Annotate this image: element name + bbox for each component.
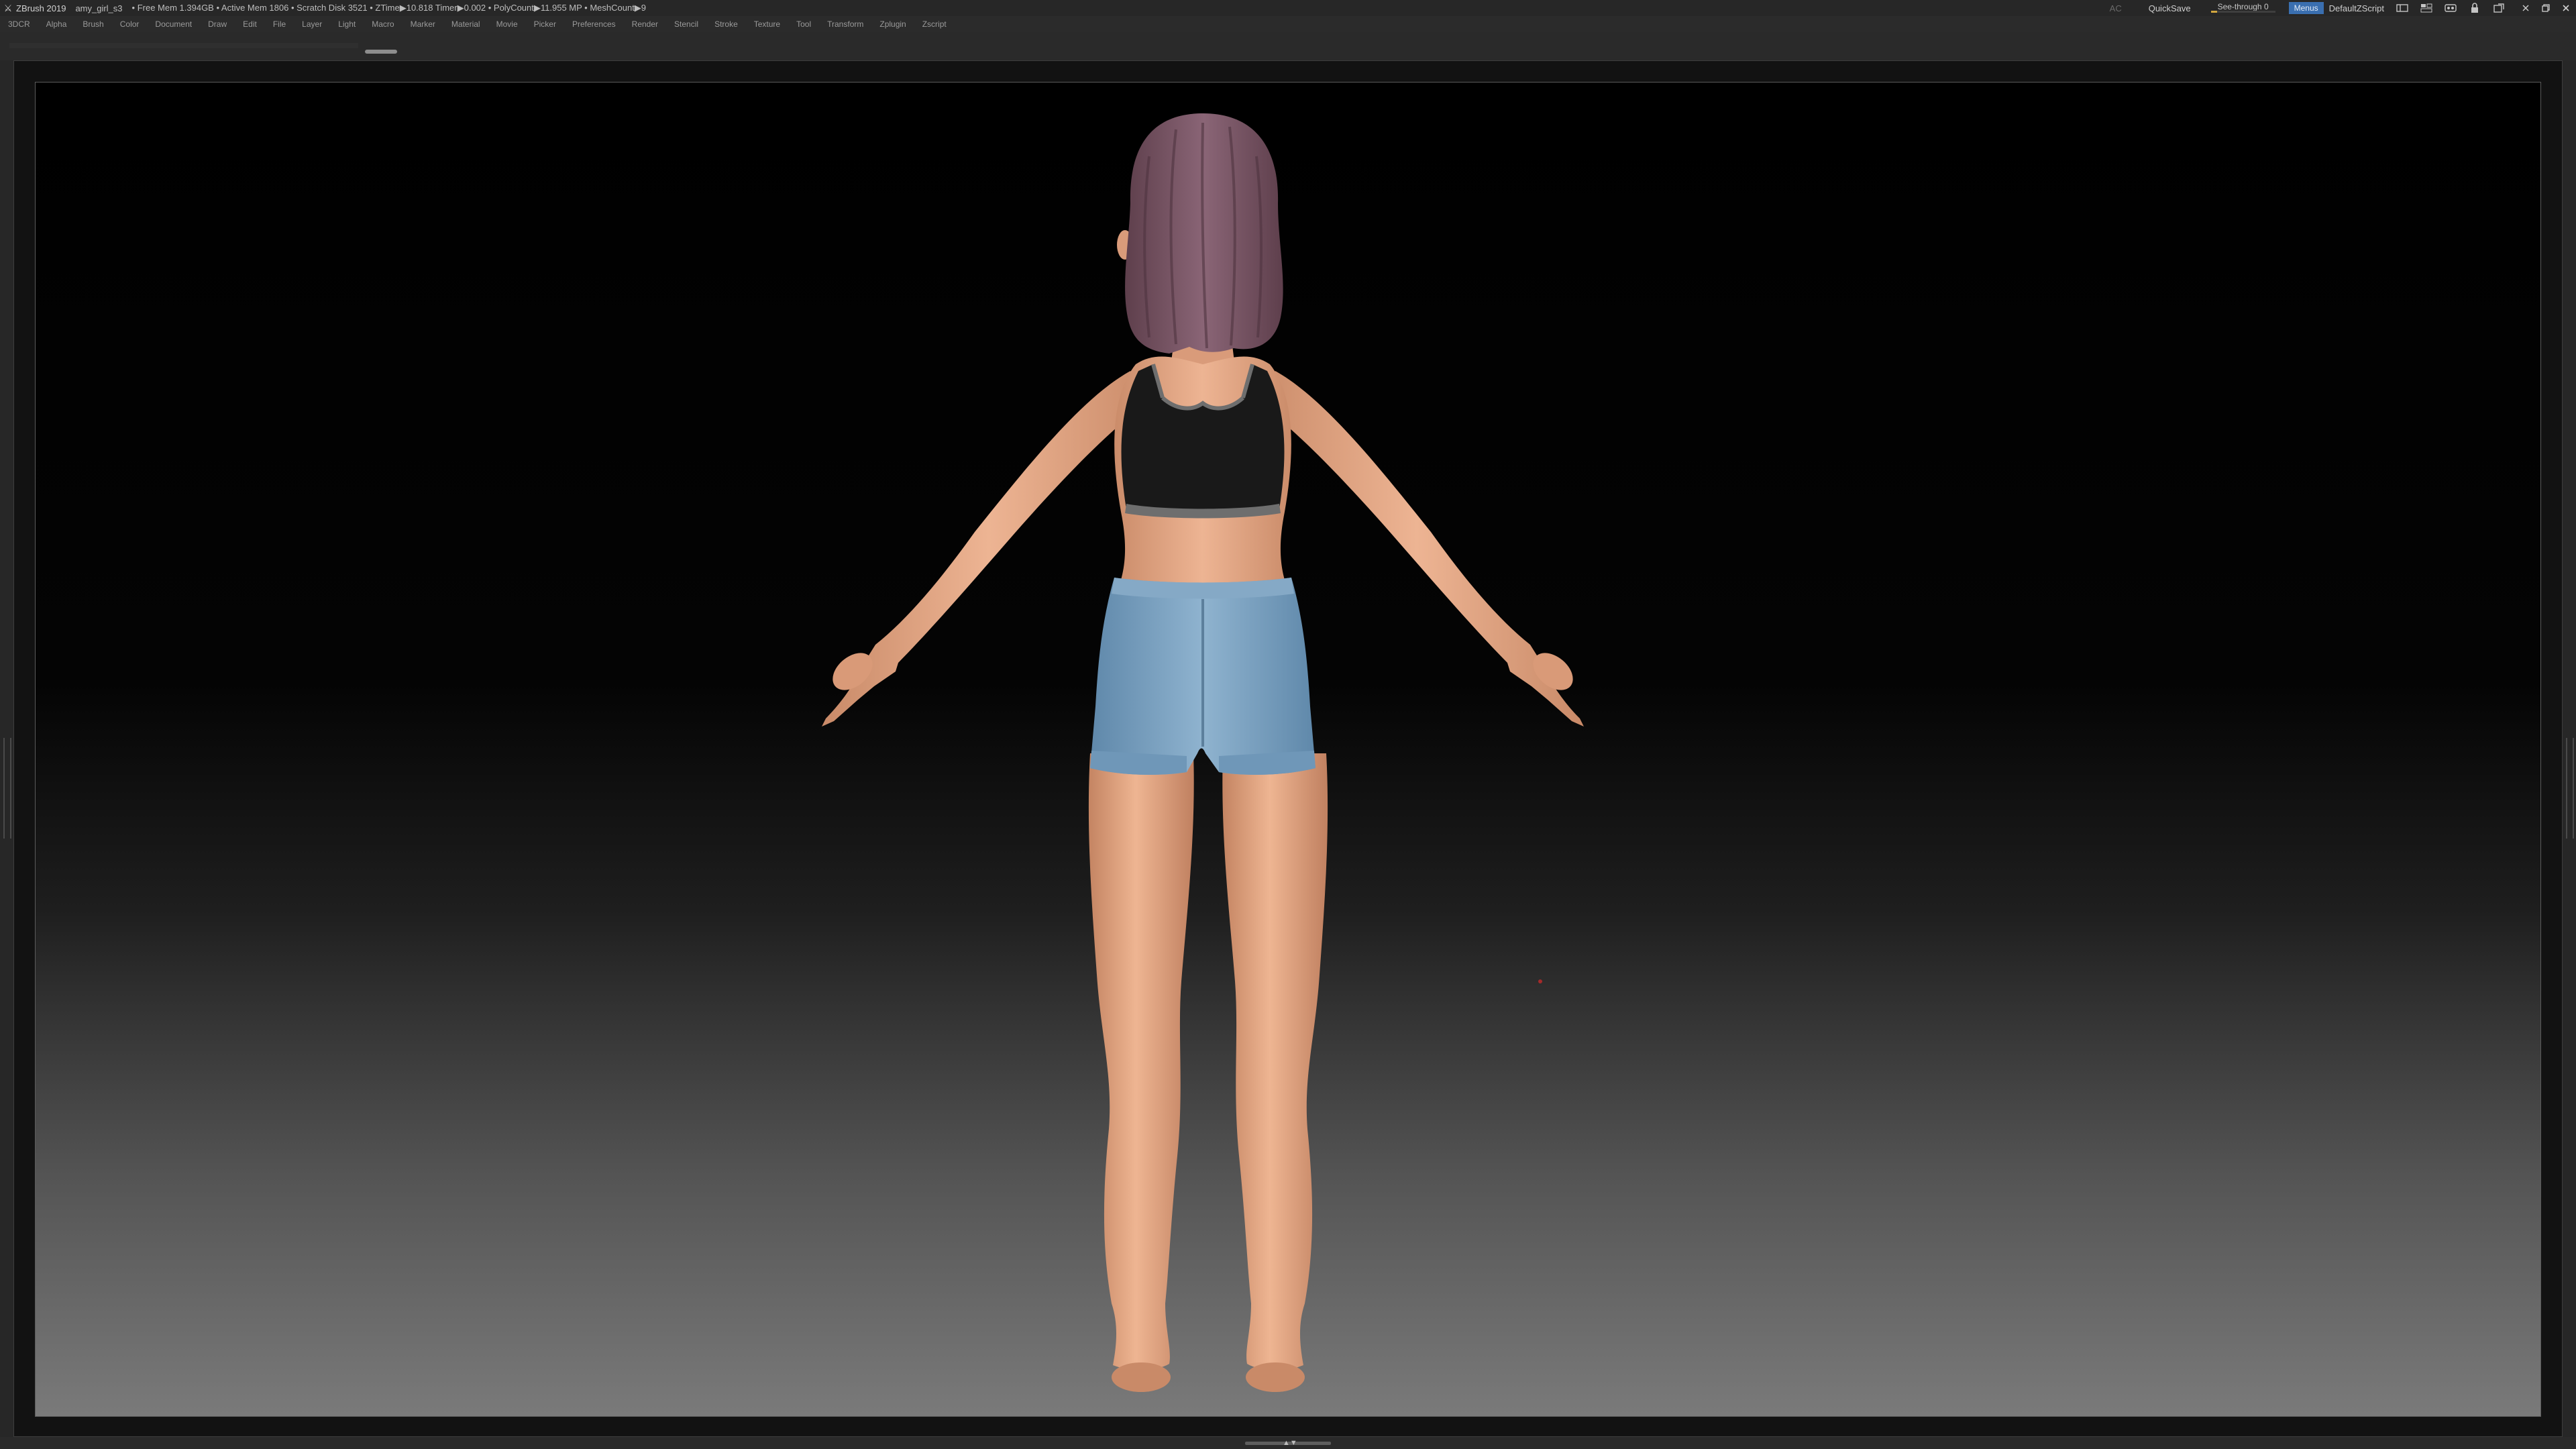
menu-3dcr[interactable]: 3DCR xyxy=(8,19,30,29)
menu-draw[interactable]: Draw xyxy=(208,19,227,29)
app-name: ZBrush 2019 xyxy=(16,3,66,13)
menu-document[interactable]: Document xyxy=(155,19,192,29)
menu-material[interactable]: Material xyxy=(451,19,480,29)
restore-icon[interactable] xyxy=(2536,1,2556,15)
file-name: amy_girl_s3 xyxy=(75,3,123,13)
shelf-resize-handle[interactable] xyxy=(365,50,397,54)
menu-bar: 3DCR Alpha Brush Color Document Draw Edi… xyxy=(0,16,2576,32)
see-through-label: See-through 0 xyxy=(2217,2,2269,11)
bottom-tray: ▲▼ xyxy=(0,1437,2576,1449)
lock-icon[interactable] xyxy=(2467,2,2482,14)
expand-arrow-icon[interactable]: ▲▼ xyxy=(1283,1438,1297,1448)
shelf-bar xyxy=(9,43,358,48)
left-tray-handle[interactable] xyxy=(3,738,11,839)
see-through-fill xyxy=(2210,11,2218,13)
see-through-track xyxy=(2210,11,2275,13)
right-tray-handle[interactable] xyxy=(2566,738,2574,839)
menu-render[interactable]: Render xyxy=(632,19,658,29)
interface-icon[interactable] xyxy=(2443,2,2458,14)
menu-transform[interactable]: Transform xyxy=(827,19,863,29)
menu-marker[interactable]: Marker xyxy=(411,19,435,29)
title-bar: ⚔ ZBrush 2019 amy_girl_s3 • Free Mem 1.3… xyxy=(0,0,2576,16)
left-tray xyxy=(0,60,13,1442)
layout-icon[interactable] xyxy=(2395,2,2410,14)
menu-light[interactable]: Light xyxy=(338,19,356,29)
shorts-cuffs xyxy=(1090,751,1316,775)
right-leg xyxy=(1222,753,1328,1371)
ac-button[interactable]: AC xyxy=(2110,3,2122,13)
left-leg xyxy=(1088,753,1194,1371)
memory-stats: • Free Mem 1.394GB • Active Mem 1806 • S… xyxy=(131,3,647,13)
menu-layer[interactable]: Layer xyxy=(302,19,322,29)
menu-color[interactable]: Color xyxy=(120,19,140,29)
menu-alpha[interactable]: Alpha xyxy=(46,19,67,29)
title-bar-controls: AC QuickSave See-through 0 Menus Default… xyxy=(2110,0,2576,16)
undock-icon[interactable] xyxy=(2491,2,2506,14)
document-viewport[interactable] xyxy=(35,82,2541,1417)
menu-stencil[interactable]: Stencil xyxy=(674,19,698,29)
right-foot xyxy=(1246,1362,1305,1392)
menu-picker[interactable]: Picker xyxy=(534,19,556,29)
menu-file[interactable]: File xyxy=(273,19,286,29)
menu-texture[interactable]: Texture xyxy=(754,19,780,29)
menu-zscript[interactable]: Zscript xyxy=(922,19,947,29)
palette-icon[interactable] xyxy=(2419,2,2434,14)
top-shelf xyxy=(0,32,2576,60)
minimize-icon[interactable] xyxy=(2516,1,2536,15)
quicksave-button[interactable]: QuickSave xyxy=(2149,3,2191,13)
menu-macro[interactable]: Macro xyxy=(372,19,394,29)
default-zscript-button[interactable]: DefaultZScript xyxy=(2329,3,2384,13)
right-tray xyxy=(2563,60,2576,1442)
close-icon[interactable] xyxy=(2556,1,2576,15)
menu-edit[interactable]: Edit xyxy=(243,19,257,29)
menus-button[interactable]: Menus xyxy=(2288,2,2324,14)
menu-movie[interactable]: Movie xyxy=(496,19,518,29)
left-foot xyxy=(1112,1362,1171,1392)
sculpt-model xyxy=(822,113,1584,1392)
see-through-slider[interactable]: See-through 0 xyxy=(2210,2,2275,13)
menu-tool[interactable]: Tool xyxy=(796,19,811,29)
menu-brush[interactable]: Brush xyxy=(83,19,103,29)
menu-stroke[interactable]: Stroke xyxy=(714,19,738,29)
zbrush-logo-icon[interactable]: ⚔ xyxy=(3,3,13,13)
marker-dot xyxy=(1538,979,1542,983)
menu-preferences[interactable]: Preferences xyxy=(572,19,616,29)
menu-zplugin[interactable]: Zplugin xyxy=(879,19,906,29)
